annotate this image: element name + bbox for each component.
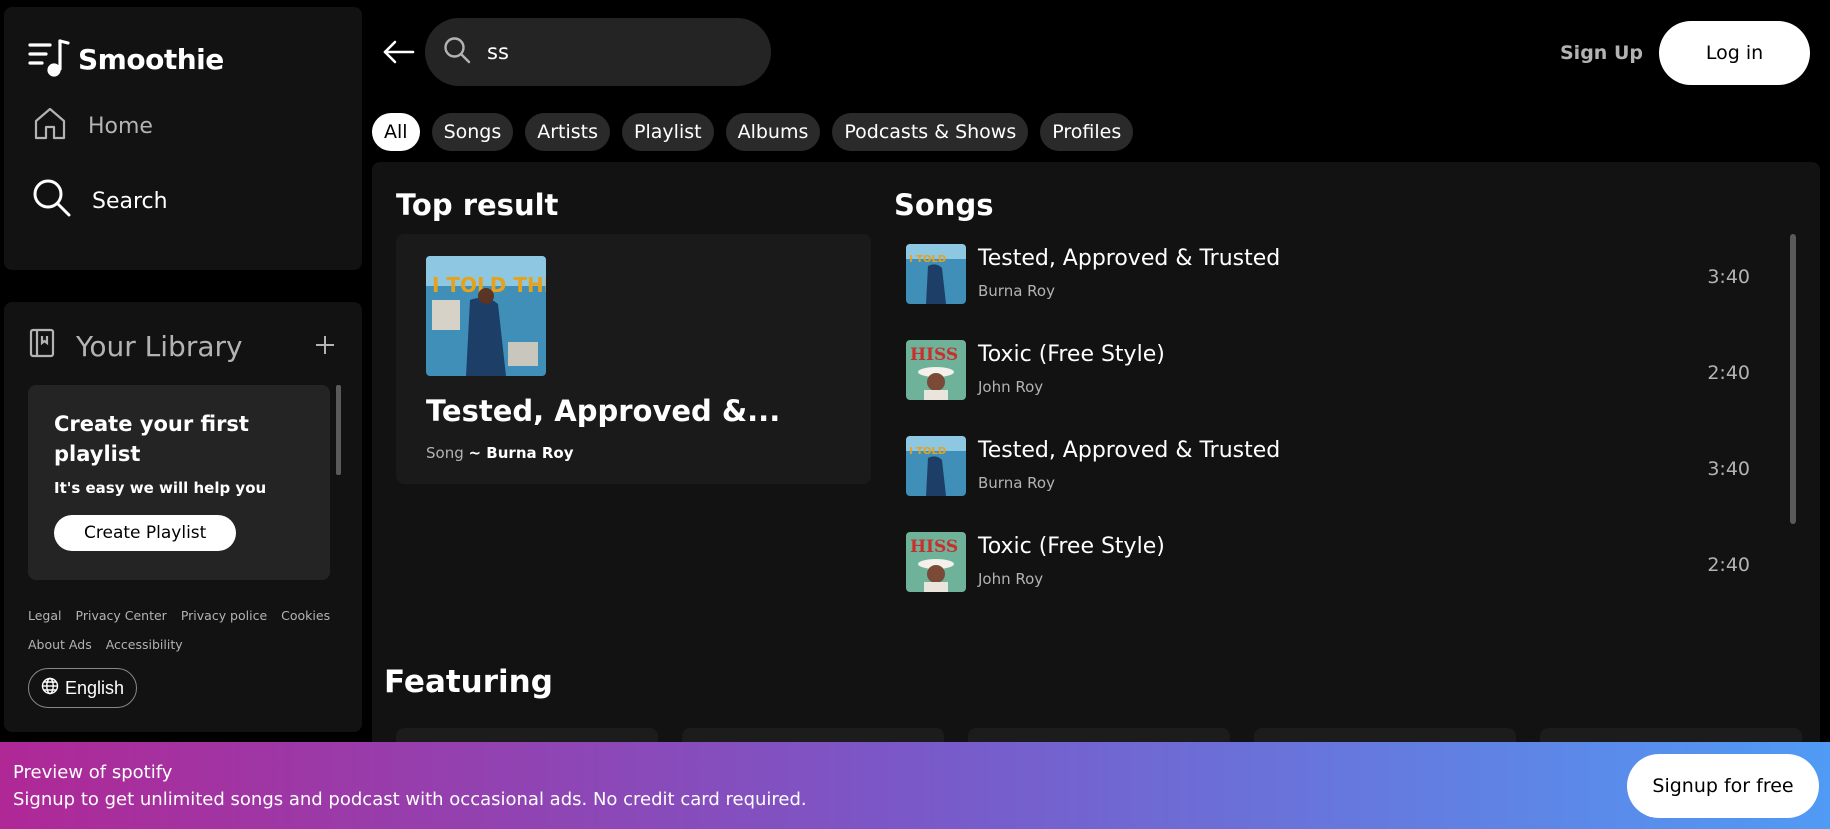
sidebar-nav: Smoothie Home Search [4, 7, 362, 270]
chip-artists[interactable]: Artists [525, 113, 611, 151]
song-artist[interactable]: Burna Roy [978, 474, 1055, 492]
globe-icon [41, 677, 59, 700]
search-icon [32, 178, 72, 224]
footer-link-accessibility[interactable]: Accessibility [106, 637, 183, 652]
album-art: I TOLD THEM [426, 256, 546, 376]
song-title: Toxic (Free Style) [978, 342, 1165, 367]
song-row[interactable]: I TOLD Tested, Approved & Trusted Burna … [894, 234, 1774, 330]
song-duration: 3:40 [1707, 458, 1750, 480]
song-duration: 2:40 [1707, 362, 1750, 384]
music-note-list-icon [28, 37, 72, 81]
song-list: I TOLD Tested, Approved & Trusted Burna … [894, 234, 1774, 618]
song-row[interactable]: HISS Toxic (Free Style) John Roy 2:40 [894, 522, 1774, 618]
filter-chips: All Songs Artists Playlist Albums Podcas… [372, 113, 1134, 151]
chip-podcasts-shows[interactable]: Podcasts & Shows [832, 113, 1029, 151]
songs-scrollbar[interactable] [1790, 234, 1796, 524]
home-icon [32, 105, 68, 147]
svg-text:I TOLD: I TOLD [909, 254, 946, 265]
main-content: Top result Songs I TOLD THEM Tested, App… [372, 162, 1820, 752]
footer-link-legal[interactable]: Legal [28, 608, 62, 623]
search-input[interactable] [487, 40, 737, 64]
search-bar[interactable] [425, 18, 771, 86]
app-logo[interactable]: Smoothie [28, 37, 224, 81]
song-duration: 2:40 [1707, 554, 1750, 576]
nav-search-label: Search [92, 188, 168, 214]
song-duration: 3:40 [1707, 266, 1750, 288]
signup-free-button[interactable]: Signup for free [1627, 754, 1819, 818]
footer-link-privacy-center[interactable]: Privacy Center [76, 608, 167, 623]
svg-text:HISS: HISS [910, 345, 958, 365]
language-label: English [65, 677, 125, 698]
library-header[interactable]: Your Library [28, 328, 243, 365]
signup-banner: Preview of spotify Signup to get unlimit… [0, 742, 1830, 829]
arrow-left-icon[interactable] [382, 40, 416, 64]
song-row[interactable]: I TOLD Tested, Approved & Trusted Burna … [894, 426, 1774, 522]
language-button[interactable]: English [28, 668, 138, 708]
top-result-heading: Top result [396, 188, 559, 222]
chip-albums[interactable]: Albums [725, 113, 821, 151]
signup-link[interactable]: Sign Up [1560, 42, 1643, 64]
song-title: Toxic (Free Style) [978, 534, 1165, 559]
chip-songs[interactable]: Songs [431, 113, 514, 151]
top-result-artist[interactable]: ~ Burna Roy [469, 444, 574, 462]
create-playlist-title: Create your first playlist [54, 412, 249, 466]
top-result-card[interactable]: I TOLD THEM Tested, Approved &... Song ~… [396, 234, 871, 484]
song-artist[interactable]: John Roy [978, 378, 1043, 396]
library-icon [28, 328, 56, 365]
library-title: Your Library [76, 330, 243, 363]
song-title: Tested, Approved & Trusted [978, 438, 1281, 463]
banner-title: Preview of spotify [13, 762, 173, 783]
create-playlist-button[interactable]: Create Playlist [54, 515, 237, 551]
banner-subtitle: Signup to get unlimited songs and podcas… [13, 789, 807, 810]
plus-icon[interactable] [314, 334, 336, 356]
svg-text:I TOLD: I TOLD [909, 446, 946, 457]
chip-playlist[interactable]: Playlist [622, 113, 714, 151]
nav-search[interactable]: Search [32, 178, 168, 224]
chip-profiles[interactable]: Profiles [1040, 113, 1134, 151]
footer-link-about-ads[interactable]: About Ads [28, 637, 92, 652]
song-artist[interactable]: John Roy [978, 570, 1043, 588]
create-playlist-card: Create your first playlist It's easy we … [28, 385, 330, 580]
svg-text:HISS: HISS [910, 537, 958, 557]
songs-heading: Songs [894, 188, 994, 222]
library-panel: Your Library Create your first playlist … [4, 302, 362, 732]
song-artist[interactable]: Burna Roy [978, 282, 1055, 300]
top-result-type: Song [426, 444, 464, 462]
song-row[interactable]: HISS Toxic (Free Style) John Roy 2:40 [894, 330, 1774, 426]
nav-home-label: Home [88, 113, 153, 139]
song-art-hiss: HISS [906, 340, 966, 400]
song-art-hiss: HISS [906, 532, 966, 592]
top-result-title: Tested, Approved &... [426, 394, 781, 428]
login-button[interactable]: Log in [1659, 21, 1810, 85]
song-title: Tested, Approved & Trusted [978, 246, 1281, 271]
top-result-meta: Song ~ Burna Roy [426, 444, 573, 462]
app-name: Smoothie [78, 42, 224, 76]
nav-home[interactable]: Home [32, 105, 153, 147]
create-playlist-subtitle: It's easy we will help you [54, 479, 267, 497]
footer-links: Legal Privacy Center Privacy police Cook… [28, 608, 348, 652]
library-scrollbar[interactable] [336, 385, 341, 475]
footer-link-cookies[interactable]: Cookies [281, 608, 330, 623]
song-art-tested: I TOLD [906, 244, 966, 304]
featuring-heading: Featuring [384, 664, 553, 700]
footer-link-privacy-policy[interactable]: Privacy police [181, 608, 267, 623]
chip-all[interactable]: All [372, 113, 420, 151]
song-art-tested: I TOLD [906, 436, 966, 496]
search-icon [443, 36, 471, 68]
